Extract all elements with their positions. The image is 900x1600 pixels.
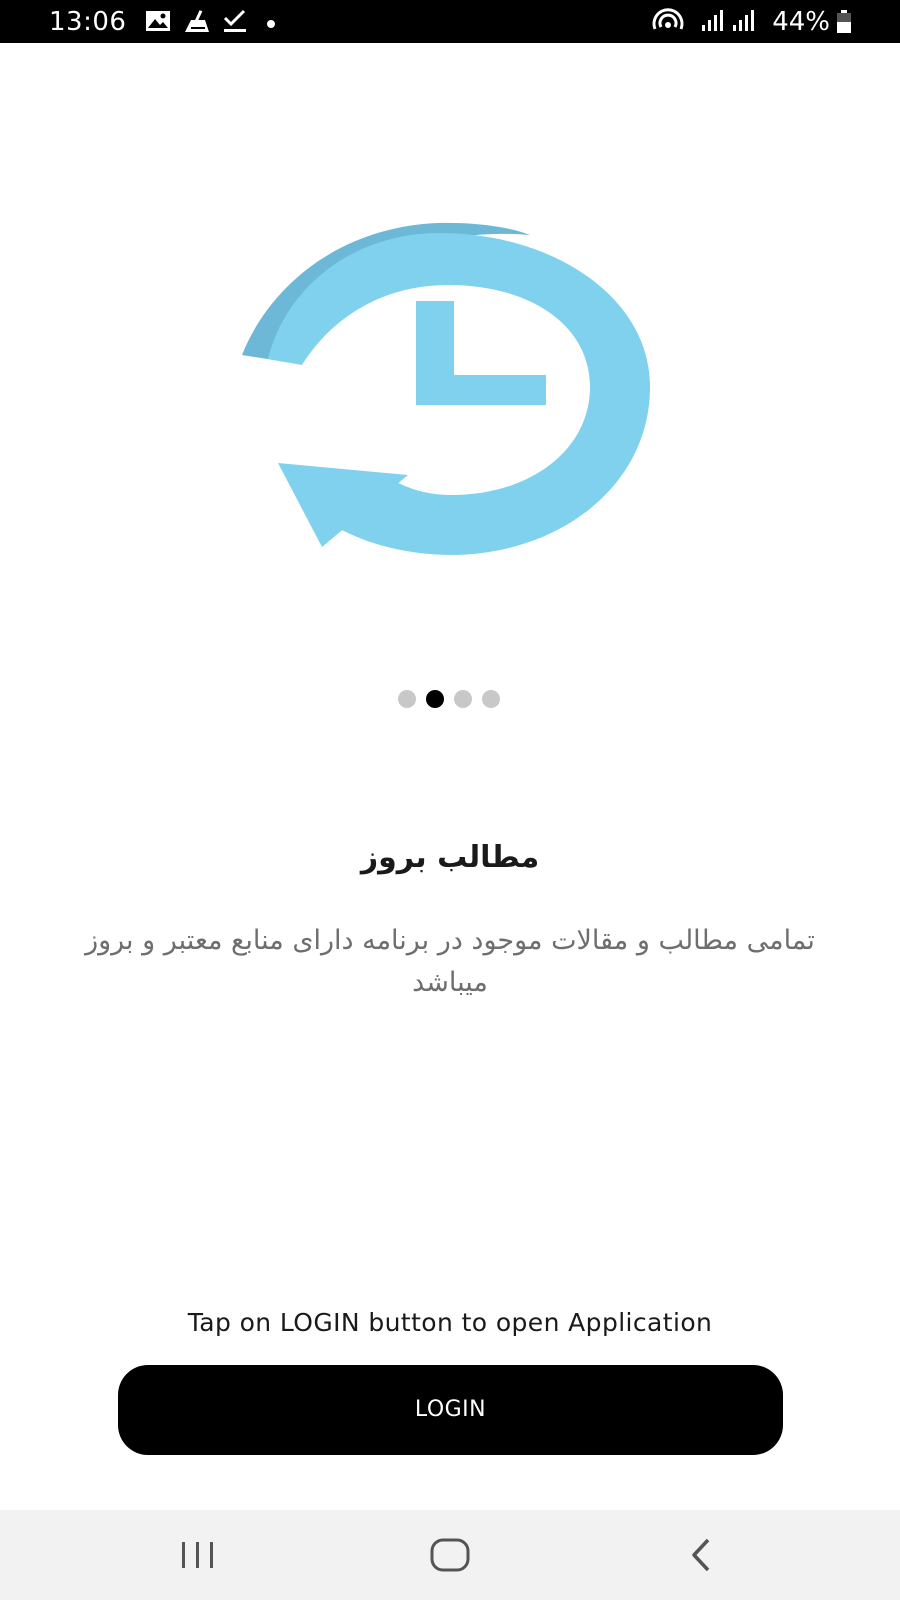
- login-hint: Tap on LOGIN button to open Application: [187, 1308, 713, 1337]
- battery-icon: [836, 10, 852, 38]
- gallery-icon: [145, 8, 171, 38]
- recent-apps-icon[interactable]: [168, 1530, 228, 1580]
- app-screen: 13:06 44% مطالب بروز تمامی مطالب و مقالا…: [0, 0, 900, 1600]
- page-dot[interactable]: [454, 690, 472, 708]
- page-dot-active[interactable]: [426, 690, 444, 708]
- login-button[interactable]: LOGIN: [118, 1365, 783, 1455]
- check-icon: [222, 8, 248, 38]
- navigation-bar: [0, 1510, 900, 1600]
- cleaner-icon: [183, 8, 213, 38]
- home-icon[interactable]: [420, 1530, 480, 1580]
- signal-icon: [732, 9, 758, 37]
- battery-percent: 44%: [772, 7, 830, 37]
- page-dot[interactable]: [482, 690, 500, 708]
- signal-icon: [701, 9, 727, 37]
- dot-icon: [266, 14, 276, 33]
- back-icon[interactable]: [672, 1530, 732, 1580]
- hotspot-icon: [651, 7, 685, 39]
- status-time: 13:06: [49, 7, 127, 37]
- page-dot[interactable]: [398, 690, 416, 708]
- status-bar: 13:06 44%: [0, 0, 900, 43]
- page-indicator: [0, 690, 900, 708]
- history-clock-icon: [230, 215, 660, 565]
- slide-description: تمامی مطالب و مقالات موجود در برنامه دار…: [85, 925, 815, 998]
- slide-title: مطالب بروز: [360, 840, 540, 875]
